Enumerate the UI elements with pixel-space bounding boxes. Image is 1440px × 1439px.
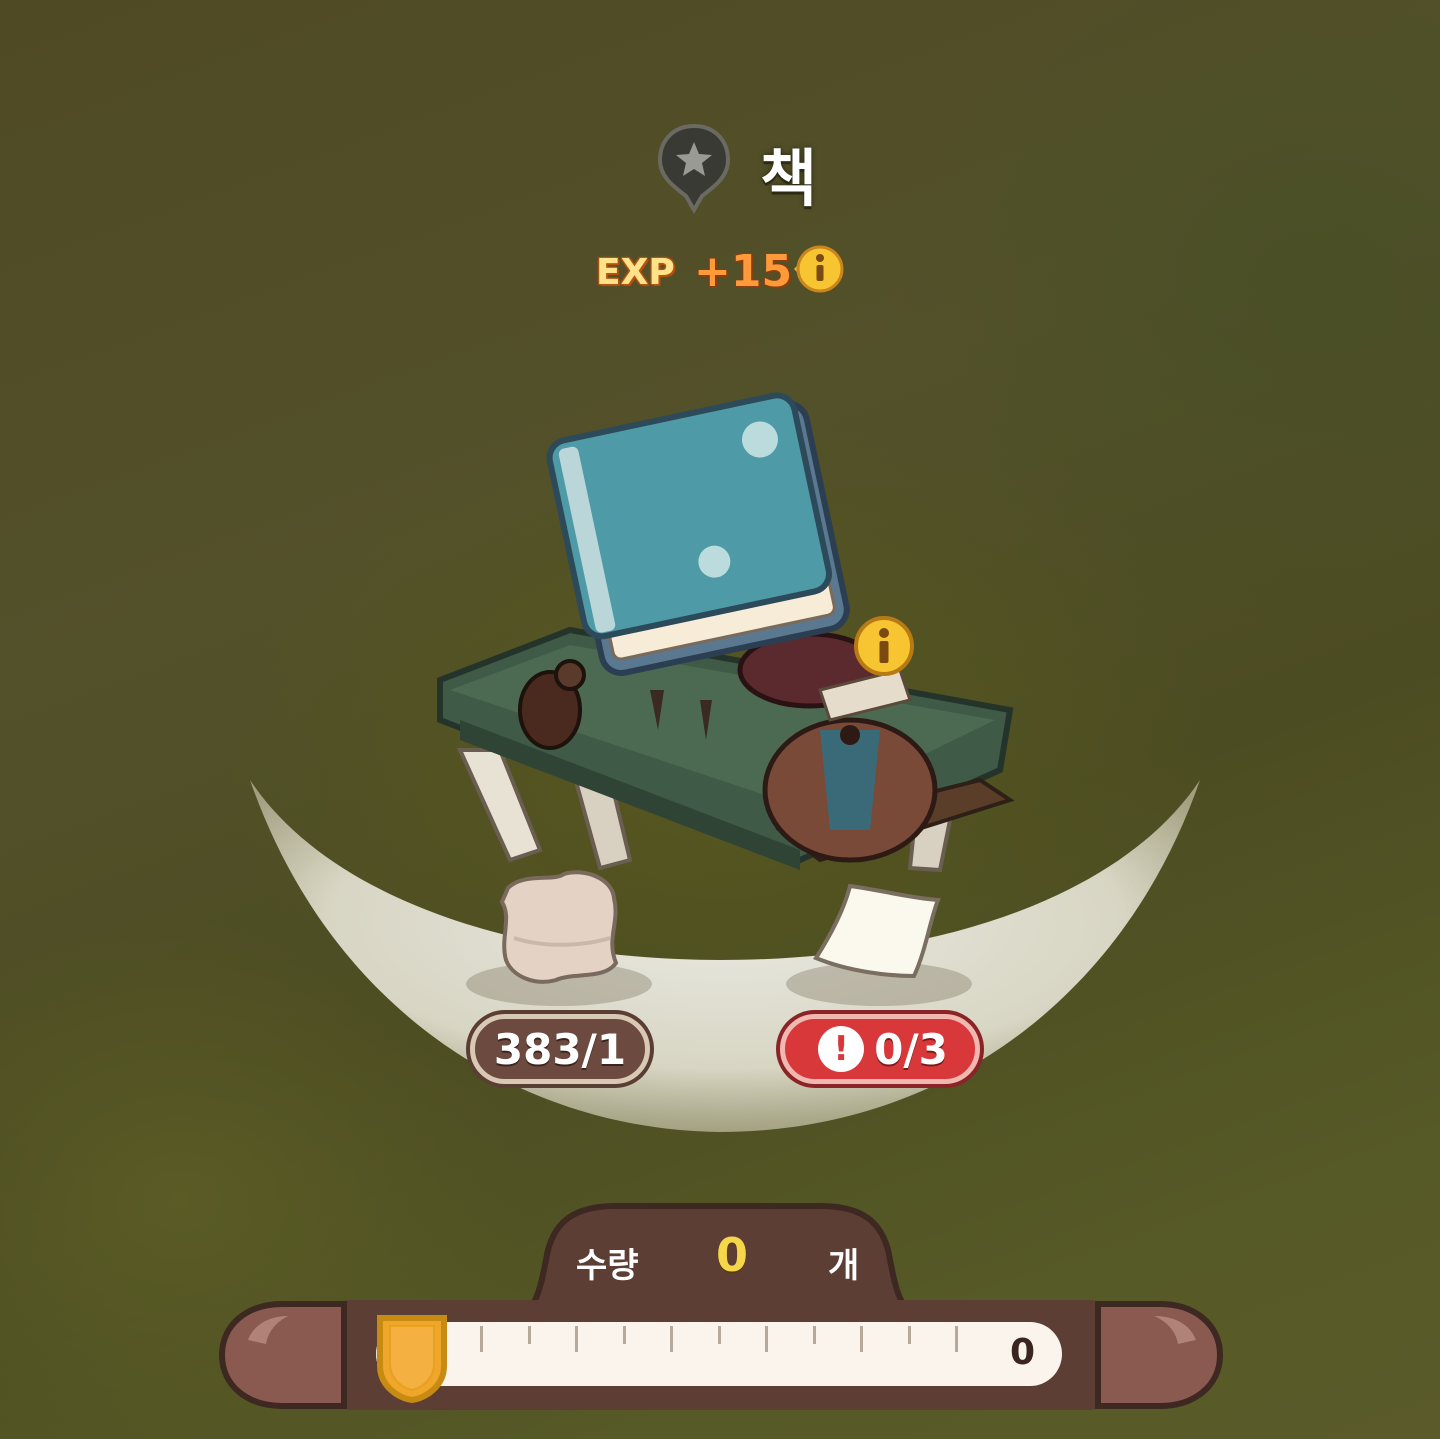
slider-tick — [622, 1326, 626, 1344]
paper-icon[interactable] — [810, 880, 950, 990]
star-pin-icon — [657, 123, 731, 214]
material-count-text: 0/3 — [874, 1024, 948, 1074]
material-count-cotton: 383/1 — [470, 1014, 650, 1084]
exp-value: +15 — [694, 246, 793, 297]
material-count-paper: ! 0/3 — [780, 1014, 980, 1084]
slider-tick — [765, 1326, 768, 1352]
material-count-text: 383/1 — [493, 1024, 627, 1074]
slider-tick — [575, 1326, 578, 1352]
slider-tick — [527, 1326, 531, 1344]
slider-tick — [480, 1326, 483, 1352]
quantity-slider-thumb[interactable] — [372, 1310, 452, 1404]
book-crafting-illustration — [437, 392, 1015, 873]
quantity-value: 0 — [716, 1228, 749, 1282]
quantity-label: 수량 — [576, 1246, 639, 1286]
item-title: 책 — [760, 142, 818, 215]
info-icon[interactable] — [790, 242, 846, 296]
slider-tick — [670, 1326, 673, 1352]
warning-icon: ! — [818, 1026, 865, 1072]
slider-tick — [717, 1326, 721, 1344]
slider-tick — [907, 1326, 911, 1344]
slider-tick — [860, 1326, 863, 1352]
exp-label: EXP — [596, 252, 675, 293]
quantity-max-value: 0 — [1010, 1332, 1036, 1373]
decrease-button[interactable] — [218, 1300, 348, 1410]
slider-tick — [955, 1326, 958, 1352]
info-icon[interactable] — [852, 614, 916, 678]
slider-tick — [812, 1326, 816, 1344]
quantity-unit: 개 — [828, 1246, 860, 1286]
cotton-icon[interactable] — [494, 868, 624, 988]
increase-button[interactable] — [1094, 1300, 1224, 1410]
